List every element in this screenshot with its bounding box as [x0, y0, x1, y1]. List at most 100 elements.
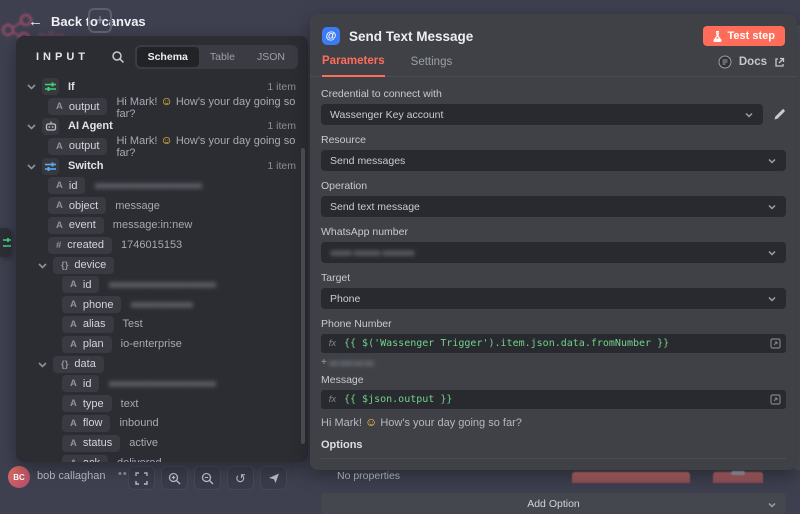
- chevron-down-icon[interactable]: [26, 121, 37, 132]
- schema-field-row[interactable]: Aevent message:in:new: [16, 216, 308, 236]
- expand-expression-icon[interactable]: [770, 338, 781, 349]
- field-label: WhatsApp number: [321, 226, 786, 238]
- schema-field-row[interactable]: Aplan io-enterprise: [16, 334, 308, 354]
- node-details-panel: @ Send Text Message Test step Parameters…: [310, 14, 797, 470]
- type-string-icon: A: [70, 339, 77, 350]
- chevron-down-icon[interactable]: [26, 161, 37, 172]
- item-count: 1 item: [267, 120, 308, 132]
- field-value: Test: [123, 318, 143, 330]
- add-node-button[interactable]: +: [88, 8, 112, 33]
- tab-schema[interactable]: Schema: [137, 47, 199, 67]
- redacted-value: ●● ●●● ●● ●●: [329, 358, 373, 368]
- edit-credential-icon[interactable]: [773, 108, 786, 121]
- schema-field-row[interactable]: Astatus active: [16, 433, 308, 453]
- schema-field-row[interactable]: Atype text: [16, 394, 308, 414]
- switch-node-icon: [42, 158, 59, 175]
- field-value-redacted: ●●●●●●●●●●●: [130, 299, 192, 311]
- zoom-in-button[interactable]: [161, 466, 188, 490]
- input-panel: INPUT Schema Table JSON If 1 item Aoutpu…: [16, 36, 308, 462]
- docs-link[interactable]: Docs: [739, 56, 767, 68]
- field-value-redacted: ●●●●●●●●●●●●●●●●●●●: [108, 279, 215, 291]
- field-key: flow: [83, 417, 103, 429]
- field-value-redacted: ●●●●●●●●●●●●●●●●●●●: [94, 180, 201, 192]
- docs-book-icon[interactable]: [718, 55, 732, 69]
- test-step-button[interactable]: Test step: [703, 26, 785, 46]
- type-string-icon: A: [70, 319, 77, 330]
- schema-field-row[interactable]: Aoutput Hi Mark! ☺ How's your day going …: [16, 136, 308, 156]
- schema-tree: If 1 item Aoutput Hi Mark! ☺ How's your …: [16, 77, 308, 462]
- chevron-down-icon: [744, 110, 754, 120]
- collapsed-node-tab[interactable]: [0, 228, 11, 257]
- robot-icon: [42, 118, 59, 135]
- schema-field-row[interactable]: Aid ●●●●●●●●●●●●●●●●●●●: [16, 176, 308, 196]
- search-icon[interactable]: [111, 50, 125, 64]
- tree-object-device[interactable]: {}device: [16, 255, 308, 275]
- chevron-down-icon[interactable]: [37, 359, 48, 370]
- schema-field-row[interactable]: Aid ●●●●●●●●●●●●●●●●●●●: [16, 275, 308, 295]
- tab-settings[interactable]: Settings: [411, 56, 453, 76]
- if-node-mini-icon: [3, 237, 11, 249]
- node-label: Switch: [68, 160, 103, 172]
- external-link-icon[interactable]: [774, 57, 785, 68]
- field-value: 1746015153: [121, 239, 182, 251]
- type-string-icon: A: [70, 458, 77, 462]
- tidy-up-button[interactable]: [260, 466, 287, 490]
- field-value: message: [115, 200, 160, 212]
- resource-select[interactable]: Send messages: [321, 150, 786, 171]
- back-to-canvas-button[interactable]: ← Back to canvas: [28, 14, 146, 29]
- tab-table[interactable]: Table: [199, 47, 246, 67]
- type-string-icon: A: [56, 101, 63, 112]
- smiley-emoji: ☺: [160, 94, 172, 108]
- chevron-down-icon: [767, 500, 777, 510]
- add-option-button[interactable]: Add Option: [321, 493, 786, 514]
- zoom-out-button[interactable]: [194, 466, 221, 490]
- field-key: output: [69, 101, 100, 113]
- type-string-icon: A: [70, 418, 77, 429]
- avatar[interactable]: BC: [8, 466, 30, 488]
- phone-number-expression-input[interactable]: fx {{ $('Wassenger Trigger').item.json.d…: [321, 334, 786, 353]
- operation-select[interactable]: Send text message: [321, 196, 786, 217]
- plus-icon: +: [96, 12, 105, 29]
- smiley-emoji: ☺: [160, 133, 172, 147]
- type-string-icon: A: [56, 200, 63, 211]
- undo-button[interactable]: ↺: [227, 466, 254, 490]
- field-label: Credential to connect with: [321, 88, 786, 100]
- tab-json[interactable]: JSON: [246, 47, 296, 67]
- schema-field-row[interactable]: Aack delivered: [16, 453, 308, 462]
- schema-field-row[interactable]: #created 1746015153: [16, 235, 308, 255]
- input-panel-scrollbar[interactable]: [301, 148, 305, 444]
- field-label: Target: [321, 272, 786, 284]
- field-key: alias: [83, 318, 106, 330]
- type-string-icon: A: [70, 279, 77, 290]
- field-label: Resource: [321, 134, 786, 146]
- chevron-down-icon[interactable]: [37, 260, 48, 271]
- tree-object-data[interactable]: {}data: [16, 354, 308, 374]
- schema-field-row[interactable]: Aalias Test: [16, 315, 308, 335]
- whatsapp-number-select[interactable]: ●●●● ●●●●● ●●●●●●: [321, 242, 786, 263]
- resolved-phone-hint: +●● ●●● ●● ●●: [321, 357, 786, 368]
- field-key: id: [83, 279, 92, 291]
- flask-icon: [713, 31, 722, 42]
- schema-field-row[interactable]: Aflow inbound: [16, 414, 308, 434]
- schema-field-row[interactable]: Aid ●●●●●●●●●●●●●●●●●●●: [16, 374, 308, 394]
- expand-expression-icon[interactable]: [770, 394, 781, 405]
- field-value: io-enterprise: [121, 338, 182, 350]
- redacted-value: ●●●● ●●●●● ●●●●●●: [330, 247, 414, 259]
- message-expression-input[interactable]: fx {{ $json.output }}: [321, 390, 786, 409]
- options-section-header: Options: [321, 439, 786, 459]
- expression-text: {{ $('Wassenger Trigger').item.json.data…: [344, 338, 669, 349]
- field-value: text: [121, 398, 139, 410]
- credential-select[interactable]: Wassenger Key account: [321, 104, 763, 125]
- schema-field-row[interactable]: Aphone ●●●●●●●●●●●: [16, 295, 308, 315]
- target-select[interactable]: Phone: [321, 288, 786, 309]
- tab-parameters[interactable]: Parameters: [322, 55, 385, 77]
- chevron-down-icon[interactable]: [26, 81, 37, 92]
- user-name: bob callaghan: [37, 470, 106, 482]
- zoom-to-fit-button[interactable]: [128, 466, 155, 490]
- field-value-redacted: ●●●●●●●●●●●●●●●●●●●: [108, 378, 215, 390]
- schema-field-row[interactable]: Aobject message: [16, 196, 308, 216]
- field-key: ack: [83, 457, 100, 462]
- input-panel-title: INPUT: [36, 51, 89, 63]
- field-key: created: [67, 239, 104, 251]
- schema-field-row[interactable]: Aoutput Hi Mark! ☺ How's your day going …: [16, 97, 308, 117]
